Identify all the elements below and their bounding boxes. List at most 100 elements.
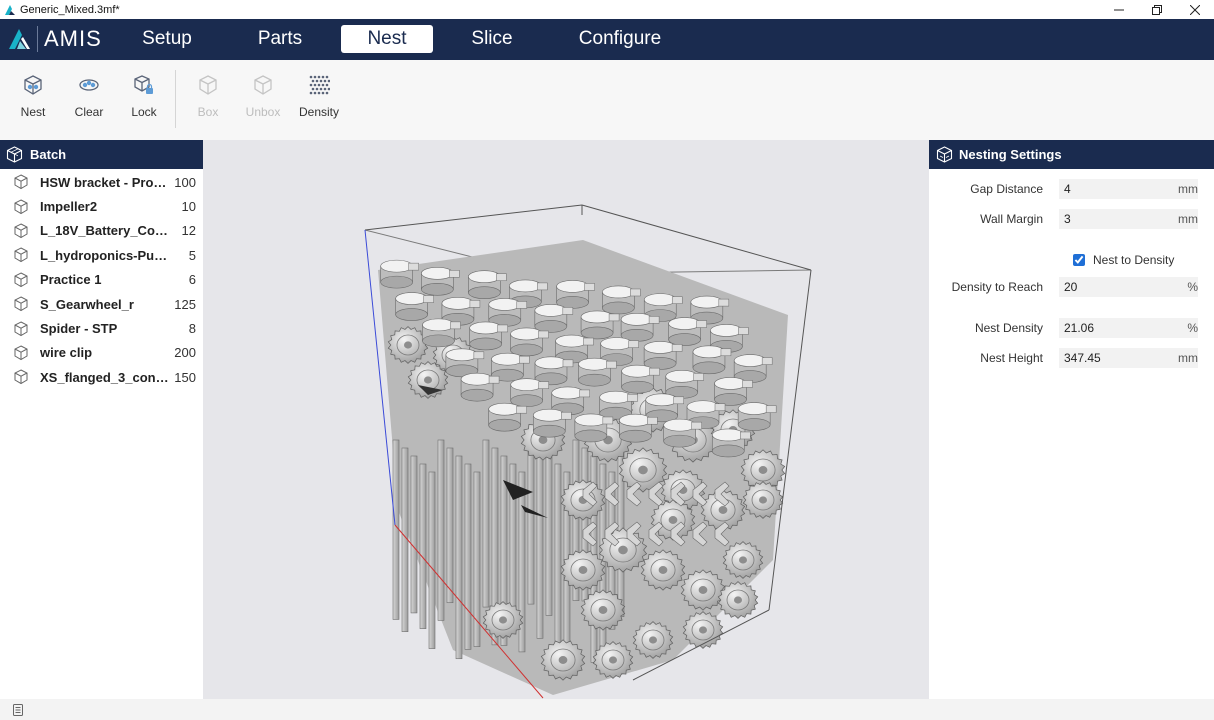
gap-distance-unit: mm (1178, 182, 1198, 196)
part-quantity: 6 (188, 272, 196, 288)
nest-density-value (1059, 318, 1198, 338)
part-name: wire clip (40, 345, 93, 361)
nest-density-label: Nest Density (974, 321, 1043, 335)
clear-button[interactable]: Clear (61, 60, 117, 140)
part-icon (14, 247, 28, 263)
batch-item[interactable]: Impeller2 10 (0, 194, 203, 218)
batch-item[interactable]: XS_flanged_3_conne... 150 (0, 365, 203, 389)
unbox-label: Unbox (245, 105, 281, 119)
part-icon (14, 345, 28, 361)
clear-label: Clear (74, 105, 104, 119)
batch-item[interactable]: HSW bracket - Prora... 100 (0, 170, 203, 194)
nested-parts (378, 240, 788, 695)
amis-logo-icon (9, 29, 30, 49)
nest-build-volume[interactable] (203, 140, 929, 699)
part-name: Spider - STP (40, 321, 118, 337)
batch-item[interactable]: S_Gearwheel_r 125 (0, 292, 203, 316)
batch-item[interactable]: L_18V_Battery_Conn... 12 (0, 219, 203, 243)
part-quantity: 12 (181, 223, 196, 239)
nesting-settings-panel: Nesting Settings Gap Distance mm Wall Ma… (929, 140, 1214, 699)
part-quantity: 10 (181, 199, 196, 215)
toolbar-divider (175, 70, 176, 128)
wall-margin-row: Wall Margin mm (929, 209, 1214, 229)
tab-configure[interactable]: Configure (565, 25, 675, 53)
nest-density-unit: % (1187, 321, 1198, 335)
tab-parts[interactable]: Parts (240, 25, 320, 53)
nest-to-density-checkbox[interactable] (1073, 254, 1085, 266)
part-icon (14, 223, 28, 239)
gap-distance-row: Gap Distance mm (929, 179, 1214, 199)
density-button[interactable]: Density (291, 60, 347, 140)
part-icon (14, 174, 28, 190)
unbox-icon (254, 75, 272, 95)
nest-height-unit: mm (1178, 351, 1198, 365)
batch-item[interactable]: wire clip 200 (0, 341, 203, 365)
nest-icon (24, 75, 42, 95)
tab-setup[interactable]: Setup (127, 25, 207, 53)
nest-to-density-row[interactable]: Nest to Density (1073, 252, 1174, 268)
part-quantity: 8 (188, 321, 196, 337)
density-label: Density (298, 105, 339, 119)
nest-height-row: Nest Height mm (929, 348, 1214, 368)
logo-text: AMIS (44, 26, 102, 51)
lock-button[interactable]: Lock (116, 60, 172, 140)
clear-icon (79, 79, 99, 91)
part-name: L_hydroponics-Pum... (40, 247, 170, 263)
amis-logo: AMIS (8, 25, 102, 53)
part-name: XS_flanged_3_conne... (40, 369, 170, 385)
part-name: Practice 1 (40, 272, 102, 288)
title-bar: Generic_Mixed.3mf* (0, 0, 1214, 19)
nesting-settings-header: Nesting Settings (929, 140, 1214, 169)
part-quantity: 5 (188, 247, 196, 263)
minimize-button[interactable] (1100, 0, 1138, 19)
wall-margin-label: Wall Margin (980, 212, 1043, 226)
batch-title: Batch (30, 147, 67, 162)
batch-item[interactable]: L_hydroponics-Pum... 5 (0, 243, 203, 267)
tab-nest[interactable]: Nest (341, 25, 433, 53)
nest-toolbar: Nest Clear Lock Box Unbox Density (0, 60, 1214, 140)
part-name: HSW bracket - Prora... (40, 174, 170, 190)
part-name: L_18V_Battery_Conn... (40, 223, 170, 239)
box-label: Box (197, 105, 219, 119)
tab-slice[interactable]: Slice (452, 25, 532, 53)
part-quantity: 100 (174, 174, 196, 190)
nesting-settings-title: Nesting Settings (959, 147, 1062, 162)
part-icon (14, 199, 28, 214)
density-to-reach-unit: % (1187, 280, 1198, 294)
part-quantity: 200 (174, 345, 196, 361)
part-icon (14, 272, 28, 287)
density-to-reach-label: Density to Reach (951, 280, 1043, 294)
nest-height-label: Nest Height (980, 351, 1043, 365)
box-button[interactable]: Box (180, 60, 236, 140)
batch-header: Batch (0, 140, 203, 169)
part-icon (14, 296, 28, 312)
density-to-reach-input[interactable] (1059, 277, 1198, 297)
wall-margin-unit: mm (1178, 212, 1198, 226)
nest-button[interactable]: Nest (5, 60, 61, 140)
part-name: S_Gearwheel_r (40, 296, 134, 312)
gap-distance-label: Gap Distance (970, 182, 1043, 196)
batch-panel: Batch HSW bracket - Prora... 100 Impelle… (0, 140, 203, 699)
restore-button[interactable] (1138, 0, 1176, 19)
batch-list: HSW bracket - Prora... 100 Impeller2 10 … (0, 169, 203, 390)
batch-item[interactable]: Spider - STP 8 (0, 316, 203, 340)
close-button[interactable] (1176, 0, 1214, 19)
restore-icon (1152, 4, 1162, 15)
nesting-settings-icon (936, 146, 953, 163)
app-icon (5, 4, 15, 15)
nest-density-row: Nest Density % (929, 318, 1214, 338)
density-icon (309, 75, 330, 95)
nest-to-density-label: Nest to Density (1093, 253, 1175, 267)
log-icon[interactable] (13, 704, 23, 716)
nest-label: Nest (20, 105, 46, 119)
3d-viewport[interactable] (203, 140, 929, 699)
lock-label: Lock (131, 105, 157, 119)
batch-icon (6, 146, 23, 163)
part-quantity: 150 (174, 369, 196, 385)
part-icon (14, 320, 28, 336)
unbox-button[interactable]: Unbox (235, 60, 291, 140)
batch-item[interactable]: Practice 1 6 (0, 268, 203, 292)
part-name: Impeller2 (40, 199, 98, 215)
minimize-icon (1114, 9, 1124, 10)
part-quantity: 125 (174, 296, 196, 312)
